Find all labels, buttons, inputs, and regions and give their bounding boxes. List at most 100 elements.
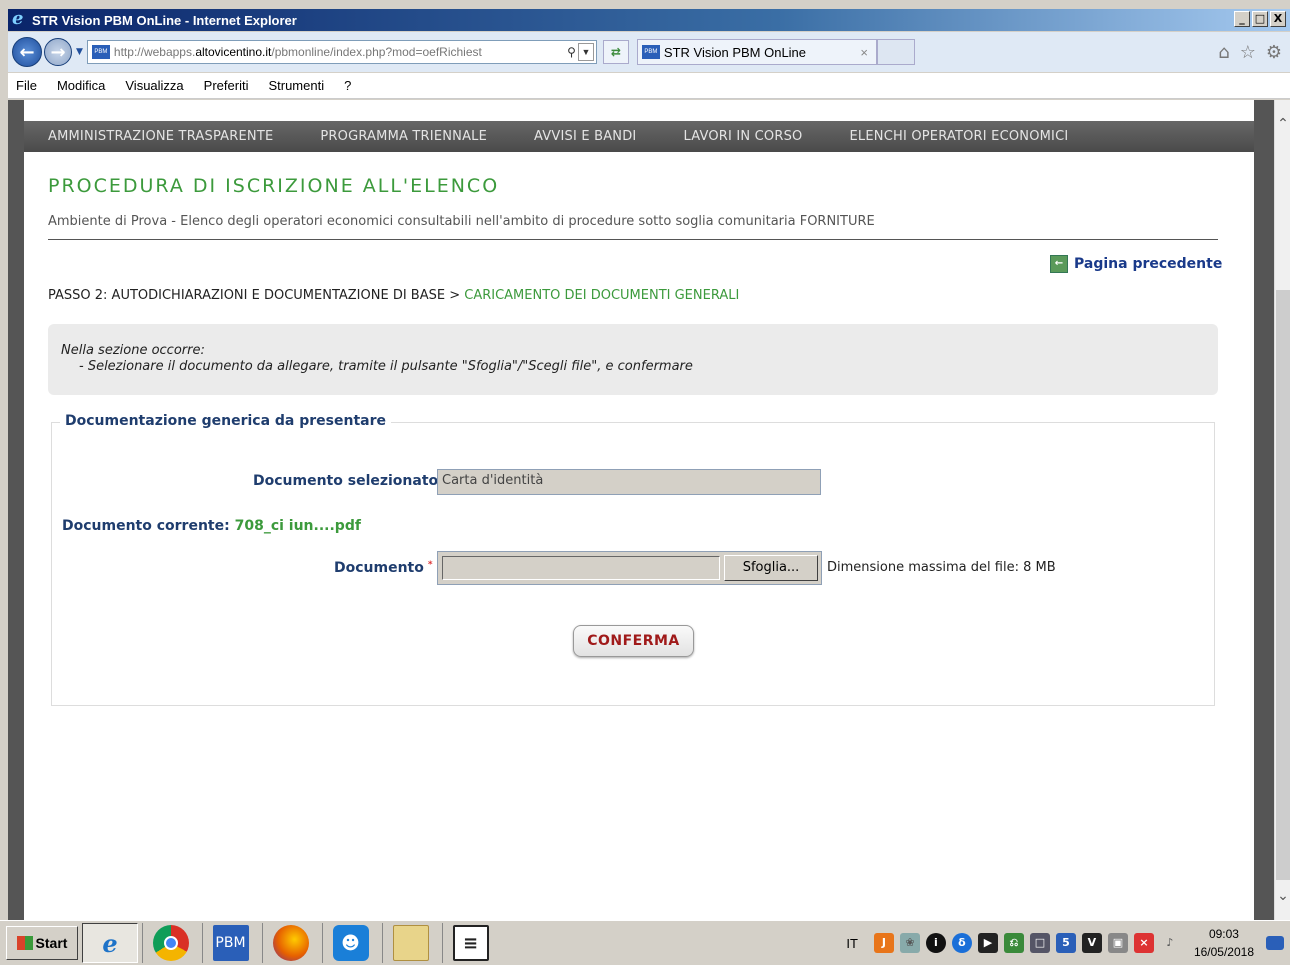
start-label: Start (35, 935, 68, 951)
adobe-icon[interactable]: × (1133, 933, 1154, 953)
star-icon[interactable]: ☆ (1240, 42, 1256, 63)
taskbar-people[interactable]: ☻ (322, 923, 378, 963)
ie-taskbar-icon: e (102, 928, 118, 958)
instructions-box: Nella sezione occorre: - Selezionare il … (48, 324, 1218, 395)
show-desktop-icon[interactable] (1266, 936, 1284, 950)
instructions-line-1: Nella sezione occorre: (61, 343, 205, 358)
menu-strumenti[interactable]: Strumenti (268, 78, 324, 93)
nav-programma-triennale[interactable]: PROGRAMMA TRIENNALE (320, 129, 487, 144)
menu-file[interactable]: File (16, 78, 37, 93)
history-dropdown-icon[interactable]: ▼ (76, 47, 83, 57)
address-bar[interactable]: PBM http://webapps. altovicentino.it/pbmo… (86, 40, 597, 64)
system-tray: IT J ❀ i δ ▶ ⎌ □ 5 V ▣ × ♪ 09:03 16/05/2… (846, 924, 1290, 962)
breadcrumb: PASSO 2: AUTODICHIARAZIONI E DOCUMENTAZI… (48, 288, 739, 303)
v-app-icon[interactable]: V (1081, 933, 1102, 953)
scroll-thumb[interactable] (1276, 290, 1290, 880)
nav-amministrazione-trasparente[interactable]: AMMINISTRAZIONE TRASPARENTE (48, 129, 273, 144)
taskbar-notepad[interactable]: ≡ (442, 923, 498, 963)
previous-page-label: Pagina precedente (1074, 256, 1223, 272)
favicon: PBM (91, 45, 110, 59)
search-icon[interactable]: ⚲ (567, 45, 576, 59)
firefox-icon (272, 925, 309, 961)
taskbar-explorer[interactable] (382, 923, 438, 963)
new-tab-button[interactable] (876, 39, 915, 65)
nav-avvisi-e-bandi[interactable]: AVVISI E BANDI (534, 129, 636, 144)
nav-elenchi-operatori[interactable]: ELENCHI OPERATORI ECONOMICI (850, 129, 1069, 144)
sync-icon[interactable]: δ (951, 933, 972, 953)
scroll-down-icon[interactable]: ⌄ (1275, 888, 1290, 904)
menu-help[interactable]: ? (344, 78, 351, 93)
file-input[interactable]: Sfoglia... (437, 551, 822, 585)
back-page-icon: ← (1050, 255, 1068, 273)
media-icon[interactable]: ▶ (977, 933, 998, 953)
url-path: /pbmonline/index.php?mod=oefRichiest (271, 45, 482, 59)
nav-lavori-in-corso[interactable]: LAVORI IN CORSO (683, 129, 802, 144)
maximize-button[interactable]: □ (1252, 11, 1268, 27)
taskbar-firefox[interactable] (262, 923, 318, 963)
people-icon: ☻ (332, 925, 369, 961)
dropbox-icon[interactable]: ❀ (899, 933, 920, 953)
taskbar-chrome[interactable] (142, 923, 198, 963)
start-button[interactable]: Start (6, 926, 78, 960)
page-right-border (1254, 100, 1274, 920)
current-document: Documento corrente: 708_ci iun....pdf (62, 518, 361, 534)
java-icon[interactable]: J (873, 933, 894, 953)
current-document-filename[interactable]: 708_ci iun....pdf (235, 518, 361, 534)
gear-icon[interactable]: ⚙ (1266, 42, 1282, 63)
clock-time: 09:03 (1208, 927, 1239, 941)
current-document-label: Documento corrente: (62, 518, 230, 534)
site-top-nav: AMMINISTRAZIONE TRASPARENTE PROGRAMMA TR… (24, 121, 1254, 152)
file-path-field[interactable] (442, 556, 720, 580)
navigation-bar: ← → ▼ PBM http://webapps. altovicentino.i… (8, 32, 1290, 72)
browser-window: e STR Vision PBM OnLine - Internet Explo… (0, 0, 1290, 965)
menu-preferiti[interactable]: Preferiti (204, 78, 249, 93)
home-icon[interactable]: ⌂ (1218, 42, 1229, 63)
menu-visualizza[interactable]: Visualizza (125, 78, 183, 93)
clock-date: 16/05/2018 (1193, 945, 1254, 959)
taskbar: Start e PBM ☻ ≡ IT J ❀ i δ ▶ ⎌ □ 5 V ▣ ×… (0, 920, 1290, 965)
forward-icon[interactable]: → (44, 38, 72, 66)
window-title: STR Vision PBM OnLine - Internet Explore… (32, 12, 297, 28)
windows-logo-icon (16, 936, 33, 950)
taskbar-pbm[interactable]: PBM (202, 923, 258, 963)
tab-favicon: PBM (641, 45, 660, 59)
browser-tab[interactable]: PBM STR Vision PBM OnLine × (636, 39, 877, 65)
ie-icon: e (12, 8, 24, 29)
instructions-line-2: - Selezionare il documento da allegare, … (79, 359, 693, 374)
url-prefix: http://webapps. (113, 45, 196, 59)
chrome-icon (152, 925, 189, 961)
shield-icon[interactable]: 5 (1055, 933, 1076, 953)
menu-bar: File Modifica Visualizza Preferiti Strum… (8, 73, 1290, 99)
info-icon[interactable]: i (925, 933, 946, 953)
breadcrumb-current: CARICAMENTO DEI DOCUMENTI GENERALI (464, 288, 740, 303)
language-indicator[interactable]: IT (846, 936, 858, 951)
close-button[interactable]: X (1270, 11, 1286, 27)
required-mark: * (427, 560, 433, 570)
menu-modifica[interactable]: Modifica (57, 78, 105, 93)
url-domain: altovicentino.it (195, 45, 272, 59)
back-icon[interactable]: ← (12, 37, 42, 67)
confirm-button[interactable]: CONFERMA (573, 625, 694, 657)
minimize-button[interactable]: _ (1234, 11, 1250, 27)
tab-close-icon[interactable]: × (860, 45, 868, 60)
selected-document-label: Documento selezionato (253, 473, 439, 489)
vertical-scrollbar[interactable]: ⌃ ⌄ (1274, 100, 1290, 920)
divider (48, 239, 1218, 240)
document-icon: ≡ (452, 925, 489, 961)
breadcrumb-step: PASSO 2: AUTODICHIARAZIONI E DOCUMENTAZI… (48, 288, 465, 303)
selected-document-field: Carta d'identità (437, 469, 821, 495)
clock[interactable]: 09:03 16/05/2018 (1194, 925, 1254, 961)
taskbar-ie[interactable]: e (82, 923, 138, 963)
scroll-up-icon[interactable]: ⌃ (1275, 116, 1290, 132)
max-file-size-note: Dimensione massima del file: 8 MB (827, 560, 1056, 575)
printer-icon[interactable]: ⎌ (1003, 933, 1024, 953)
volume-icon[interactable]: ♪ (1160, 933, 1180, 953)
fieldset-legend: Documentazione generica da presentare (60, 413, 391, 429)
vm-icon[interactable]: □ (1029, 933, 1050, 953)
network-icon[interactable]: ▣ (1107, 933, 1128, 953)
browse-button[interactable]: Sfoglia... (724, 555, 818, 581)
pbm-icon: PBM (212, 925, 249, 961)
previous-page-link[interactable]: ← Pagina precedente (1050, 255, 1222, 273)
refresh-icon[interactable]: ⇄ (602, 40, 629, 64)
address-dropdown-icon[interactable]: ▼ (577, 43, 594, 61)
